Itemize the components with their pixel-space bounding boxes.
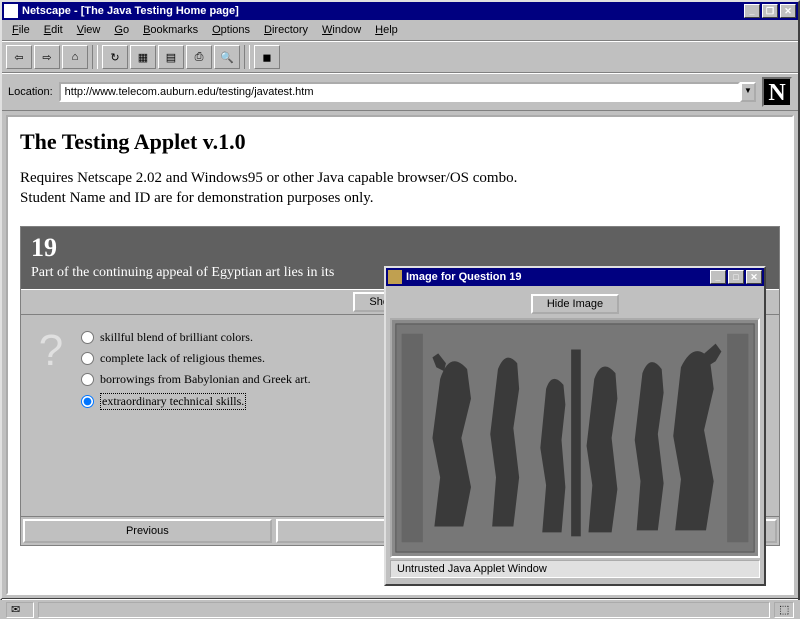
window-title: Netscape - [The Java Testing Home page] bbox=[22, 5, 744, 17]
home-button[interactable]: ⌂ bbox=[62, 45, 88, 69]
popup-status: Untrusted Java Applet Window bbox=[390, 560, 760, 578]
popup-title: Image for Question 19 bbox=[406, 271, 710, 283]
location-dropdown[interactable]: ▼ bbox=[740, 82, 756, 102]
page-heading: The Testing Applet v.1.0 bbox=[20, 129, 780, 155]
question-image bbox=[390, 318, 760, 558]
toolbar: ⇦ ⇨ ⌂ ↻ ▦ ▤ ⎙ 🔍 ◼ bbox=[2, 41, 798, 73]
secure-icon: ⬚ bbox=[774, 602, 794, 618]
menu-window[interactable]: Window bbox=[316, 22, 367, 38]
status-icon: ✉ bbox=[6, 602, 34, 618]
images-button[interactable]: ▦ bbox=[130, 45, 156, 69]
reload-button[interactable]: ↻ bbox=[102, 45, 128, 69]
image-popup-window: Image for Question 19 _ □ ✕ Hide Image bbox=[384, 266, 766, 586]
previous-button[interactable]: Previous bbox=[23, 519, 272, 543]
menu-help[interactable]: Help bbox=[369, 22, 404, 38]
menu-file[interactable]: File bbox=[6, 22, 36, 38]
main-titlebar: Netscape - [The Java Testing Home page] … bbox=[2, 2, 798, 20]
location-bar: Location: ▼ N bbox=[2, 73, 798, 111]
app-icon bbox=[4, 4, 18, 18]
menu-bookmarks[interactable]: Bookmarks bbox=[137, 22, 204, 38]
java-cup-icon bbox=[388, 270, 402, 284]
maximize-button[interactable]: ❐ bbox=[762, 4, 778, 18]
menubar: File Edit View Go Bookmarks Options Dire… bbox=[2, 20, 798, 41]
location-label: Location: bbox=[8, 86, 53, 98]
back-button[interactable]: ⇦ bbox=[6, 45, 32, 69]
status-text bbox=[38, 602, 770, 618]
minimize-button[interactable]: _ bbox=[744, 4, 760, 18]
stop-button[interactable]: ◼ bbox=[254, 45, 280, 69]
popup-maximize-button[interactable]: □ bbox=[728, 270, 744, 284]
forward-button[interactable]: ⇨ bbox=[34, 45, 60, 69]
location-input[interactable] bbox=[59, 82, 740, 102]
find-button[interactable]: 🔍 bbox=[214, 45, 240, 69]
question-number: 19 bbox=[31, 233, 769, 263]
menu-edit[interactable]: Edit bbox=[38, 22, 69, 38]
popup-close-button[interactable]: ✕ bbox=[746, 270, 762, 284]
menu-directory[interactable]: Directory bbox=[258, 22, 314, 38]
print-button[interactable]: ⎙ bbox=[186, 45, 212, 69]
statusbar: ✉ ⬚ bbox=[2, 599, 798, 619]
open-button[interactable]: ▤ bbox=[158, 45, 184, 69]
menu-go[interactable]: Go bbox=[108, 22, 135, 38]
popup-minimize-button[interactable]: _ bbox=[710, 270, 726, 284]
menu-view[interactable]: View bbox=[71, 22, 107, 38]
hide-image-button[interactable]: Hide Image bbox=[531, 294, 619, 314]
question-mark-icon: ? bbox=[29, 323, 73, 508]
page-intro: Requires Netscape 2.02 and Windows95 or … bbox=[20, 169, 780, 208]
menu-options[interactable]: Options bbox=[206, 22, 256, 38]
close-button[interactable]: ✕ bbox=[780, 4, 796, 18]
netscape-logo: N bbox=[762, 77, 792, 107]
